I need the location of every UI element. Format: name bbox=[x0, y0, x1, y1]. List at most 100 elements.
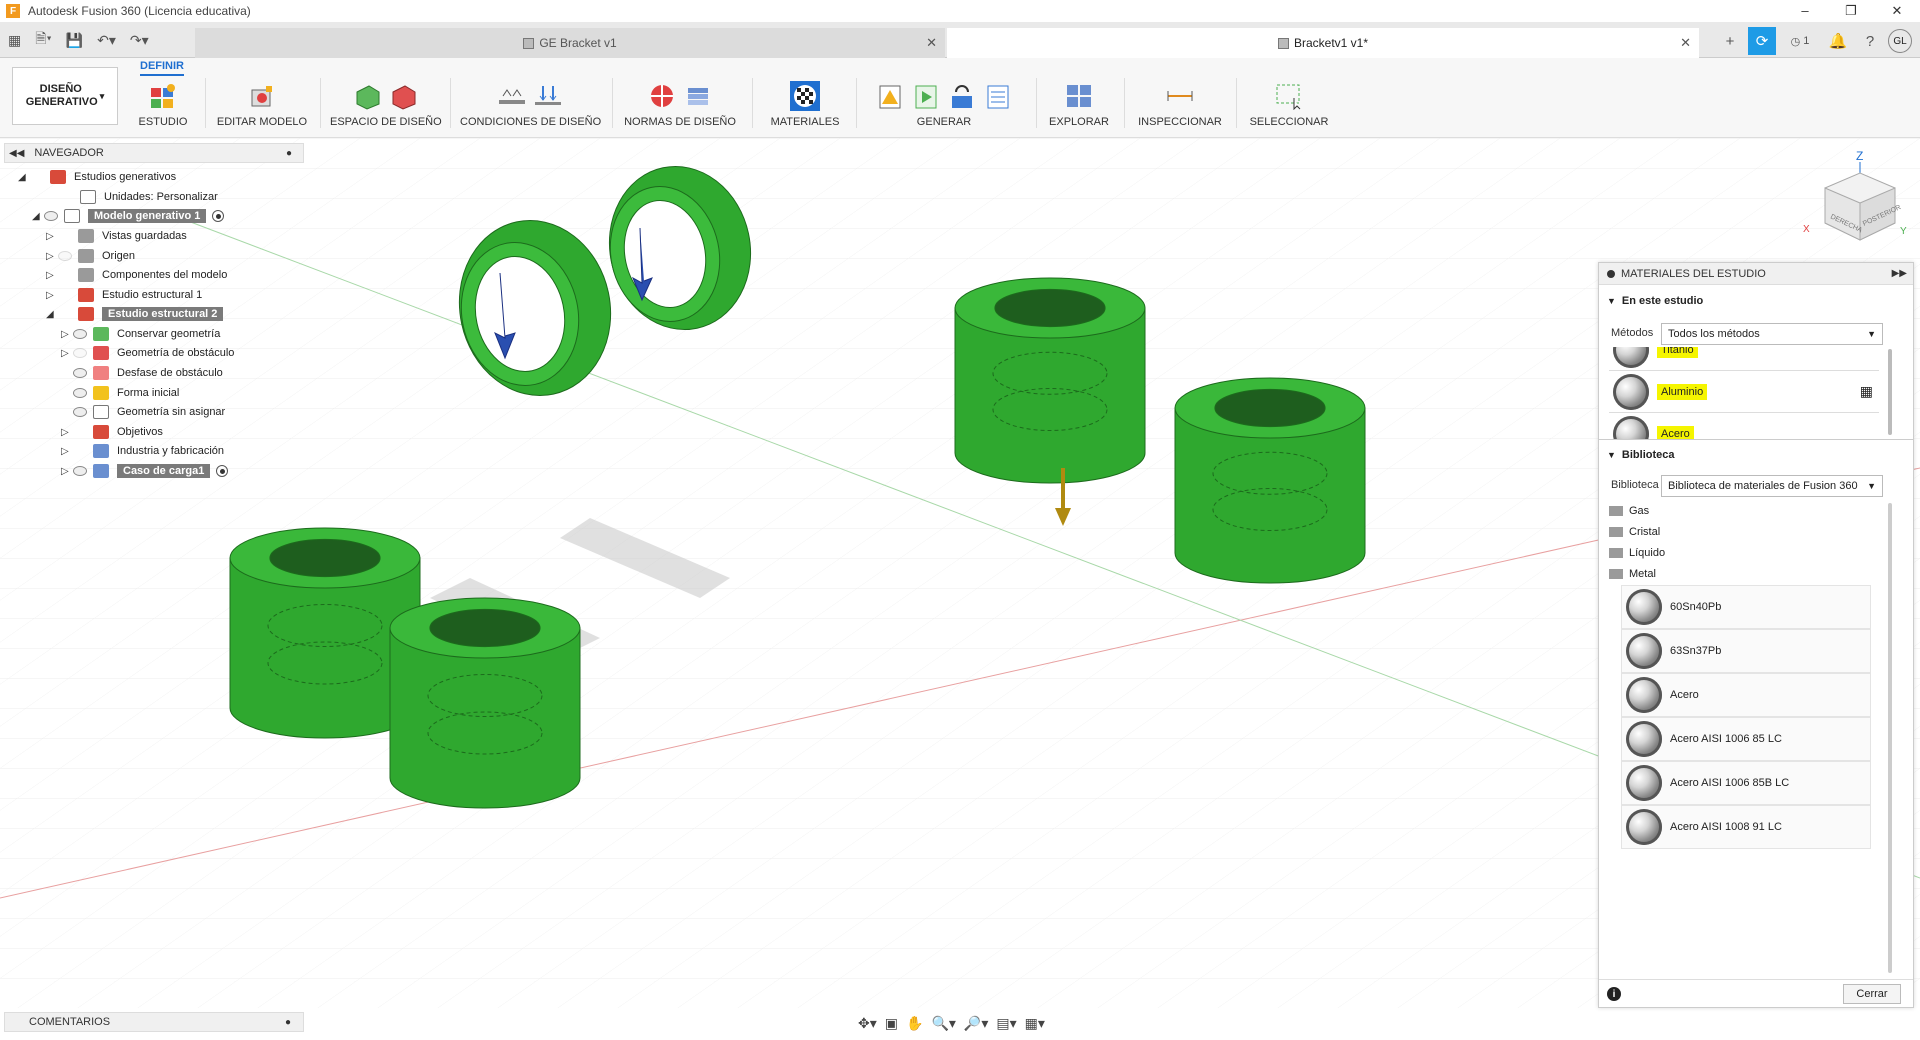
zoom-icon[interactable]: 🔍▾ bbox=[931, 1015, 955, 1032]
restore-icon[interactable]: ❐ bbox=[1828, 0, 1874, 22]
expand-triangle-icon[interactable]: ◢ bbox=[18, 172, 30, 183]
study-material-row[interactable]: Acero bbox=[1609, 413, 1879, 439]
tree-item[interactable]: Unidades: Personalizar bbox=[48, 187, 218, 207]
tree-item[interactable]: ◢ Modelo generativo 1 bbox=[32, 206, 225, 226]
visibility-eye-icon[interactable] bbox=[73, 329, 87, 339]
file-menu-icon[interactable]: 🗎▾ bbox=[35, 28, 51, 52]
library-folder[interactable]: Gas bbox=[1609, 501, 1649, 521]
section-in-study[interactable]: ▼ En este estudio bbox=[1607, 295, 1703, 307]
close-tab-icon[interactable]: ✕ bbox=[926, 35, 937, 51]
library-material-row[interactable]: 63Sn37Pb bbox=[1621, 629, 1871, 673]
notifications-icon[interactable]: 🔔 bbox=[1824, 27, 1852, 55]
tab-definir[interactable]: DEFINIR bbox=[140, 60, 184, 76]
visibility-eye-icon[interactable] bbox=[73, 466, 87, 476]
tree-item[interactable]: ▷ Industria y fabricación bbox=[61, 441, 224, 461]
expand-triangle-icon[interactable]: ▷ bbox=[46, 290, 58, 301]
tree-item[interactable]: ▷ Objetivos bbox=[61, 422, 163, 442]
expand-triangle-icon[interactable]: ▷ bbox=[61, 329, 73, 340]
tree-item[interactable]: Forma inicial bbox=[61, 383, 179, 403]
group-condiciones-diseno[interactable]: CONDICIONES DE DISEÑO bbox=[460, 78, 601, 134]
study-material-row[interactable]: Titanio bbox=[1609, 347, 1879, 371]
look-at-icon[interactable]: ▣ bbox=[885, 1015, 898, 1032]
workspace-switcher-button[interactable]: DISEÑO GENERATIVO ▾ bbox=[12, 67, 118, 125]
comments-panel[interactable]: COMENTARIOS ● bbox=[4, 1012, 304, 1032]
visibility-eye-icon[interactable] bbox=[58, 251, 72, 261]
cylinder-part[interactable] bbox=[1174, 377, 1366, 584]
tree-item[interactable]: ◢ Estudio estructural 2 bbox=[46, 304, 224, 324]
navigator-header[interactable]: ◀◀ NAVEGADOR ● bbox=[4, 143, 304, 163]
expand-triangle-icon[interactable]: ▷ bbox=[46, 270, 58, 281]
display-settings-icon[interactable]: ▤▾ bbox=[996, 1015, 1016, 1032]
tree-item[interactable]: ▷ Caso de carga1 bbox=[61, 461, 229, 481]
group-normas-diseno[interactable]: NORMAS DE DISEÑO bbox=[620, 78, 740, 134]
group-inspeccionar[interactable]: INSPECCIONAR bbox=[1132, 78, 1228, 134]
collapse-icon[interactable]: ◀◀ bbox=[9, 148, 24, 159]
tree-item[interactable]: ▷ Conservar geometría bbox=[61, 324, 220, 344]
close-window-icon[interactable]: ✕ bbox=[1874, 0, 1920, 22]
expand-icon[interactable]: ▶▶ bbox=[1892, 268, 1907, 279]
undo-icon[interactable]: ↶▾ bbox=[97, 32, 116, 49]
group-explorar[interactable]: EXPLORAR bbox=[1044, 78, 1114, 134]
close-tab-icon[interactable]: ✕ bbox=[1680, 35, 1691, 51]
close-button[interactable]: Cerrar bbox=[1843, 984, 1901, 1004]
extensions-icon[interactable]: ⟳ bbox=[1748, 27, 1776, 55]
group-materiales[interactable]: MATERIALES bbox=[762, 78, 848, 134]
tree-item[interactable]: ▷ Geometría de obstáculo bbox=[61, 343, 234, 363]
expand-triangle-icon[interactable]: ▷ bbox=[61, 427, 73, 438]
activate-radio-icon[interactable] bbox=[212, 210, 225, 222]
minimize-icon[interactable]: – bbox=[1782, 0, 1828, 22]
study-material-row[interactable]: Aluminio ▦ bbox=[1609, 371, 1879, 413]
group-estudio[interactable]: ESTUDIO bbox=[128, 78, 198, 134]
tab-ge-bracket[interactable]: GE Bracket v1 ✕ bbox=[195, 28, 945, 58]
expand-triangle-icon[interactable]: ▷ bbox=[61, 466, 73, 477]
expand-triangle-icon[interactable]: ▷ bbox=[46, 231, 58, 242]
grid-settings-icon[interactable]: ▦▾ bbox=[1025, 1015, 1045, 1032]
new-tab-icon[interactable]: + bbox=[1716, 27, 1744, 55]
info-icon[interactable]: i bbox=[1607, 987, 1621, 1001]
visibility-eye-icon[interactable] bbox=[73, 368, 87, 378]
tree-item[interactable]: ▷ Componentes del modelo bbox=[46, 265, 227, 285]
pin-icon[interactable]: ● bbox=[285, 1017, 291, 1028]
expand-triangle-icon[interactable]: ▷ bbox=[61, 446, 73, 457]
cylinder-part[interactable] bbox=[389, 597, 581, 809]
activate-radio-icon[interactable] bbox=[216, 465, 229, 477]
group-generar[interactable]: GENERAR bbox=[864, 78, 1024, 134]
avatar[interactable]: GL bbox=[1888, 29, 1912, 53]
tree-item[interactable]: ▷ Estudio estructural 1 bbox=[46, 285, 202, 305]
pan-icon[interactable]: ✋ bbox=[906, 1015, 923, 1032]
group-editar-modelo[interactable]: EDITAR MODELO bbox=[212, 78, 312, 134]
library-material-row[interactable]: Acero bbox=[1621, 673, 1871, 717]
library-material-row[interactable]: Acero AISI 1006 85B LC bbox=[1621, 761, 1871, 805]
visibility-eye-icon[interactable] bbox=[73, 407, 87, 417]
expand-triangle-icon[interactable]: ▷ bbox=[46, 251, 58, 262]
expand-triangle-icon[interactable]: ◢ bbox=[46, 309, 58, 320]
save-icon[interactable]: 💾 bbox=[66, 32, 83, 49]
library-folder[interactable]: Metal bbox=[1609, 564, 1656, 584]
calculator-icon[interactable]: ▦ bbox=[1860, 383, 1873, 400]
scrollbar[interactable] bbox=[1888, 503, 1892, 973]
section-library[interactable]: ▼ Biblioteca bbox=[1607, 449, 1675, 461]
tab-bracketv1[interactable]: Bracketv1 v1* ✕ bbox=[947, 28, 1699, 58]
expand-triangle-icon[interactable]: ▷ bbox=[61, 348, 73, 359]
tree-item[interactable]: Desfase de obstáculo bbox=[61, 363, 223, 383]
group-seleccionar[interactable]: SELECCIONAR bbox=[1244, 78, 1334, 134]
visibility-eye-icon[interactable] bbox=[44, 211, 58, 221]
redo-icon[interactable]: ↷▾ bbox=[130, 32, 149, 49]
tree-item[interactable]: Geometría sin asignar bbox=[61, 402, 225, 422]
methods-dropdown[interactable]: Todos los métodos ▼ bbox=[1661, 323, 1883, 345]
expand-triangle-icon[interactable]: ◢ bbox=[32, 211, 44, 222]
app-grid-icon[interactable]: ▦ bbox=[8, 32, 21, 49]
library-dropdown[interactable]: Biblioteca de materiales de Fusion 360 ▼ bbox=[1661, 475, 1883, 497]
cylinder-part[interactable] bbox=[954, 277, 1146, 484]
library-material-row[interactable]: 60Sn40Pb bbox=[1621, 585, 1871, 629]
scrollbar[interactable] bbox=[1888, 349, 1892, 435]
fit-icon[interactable]: 🔎▾ bbox=[964, 1015, 988, 1032]
library-material-row[interactable]: Acero AISI 1008 91 LC bbox=[1621, 805, 1871, 849]
tree-item[interactable]: ▷ Vistas guardadas bbox=[46, 226, 187, 246]
orbit-icon[interactable]: ✥▾ bbox=[858, 1015, 877, 1032]
visibility-eye-icon[interactable] bbox=[73, 348, 87, 358]
help-icon[interactable]: ? bbox=[1856, 27, 1884, 55]
pin-icon[interactable]: ● bbox=[286, 148, 292, 159]
library-folder[interactable]: Cristal bbox=[1609, 522, 1660, 542]
library-folder[interactable]: Líquido bbox=[1609, 543, 1665, 563]
